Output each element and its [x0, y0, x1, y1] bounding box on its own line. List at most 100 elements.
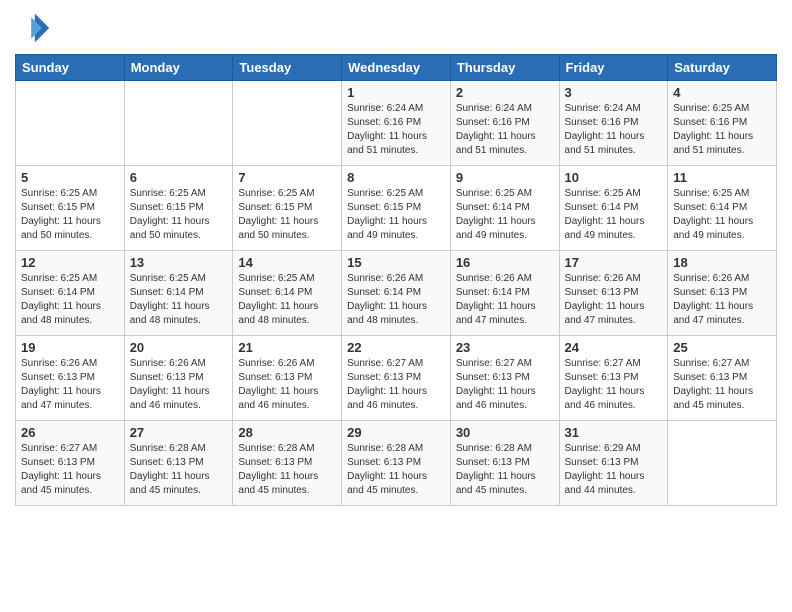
day-info: Sunrise: 6:27 AM Sunset: 6:13 PM Dayligh… [565, 357, 663, 413]
calendar-cell: 12Sunrise: 6:25 AM Sunset: 6:14 PM Dayli… [16, 251, 125, 336]
day-number: 7 [238, 170, 336, 185]
calendar-cell: 30 Sunrise: 6:28 AM Sunset: 6:13 PM Dayli… [450, 421, 559, 506]
day-number: 11 [673, 170, 771, 185]
day-info: Sunrise: 6:27 AM Sunset: 6:13 PM Dayligh… [347, 357, 445, 413]
calendar-cell: 27 Sunrise: 6:28 AM Sunset: 6:13 PM Dayli… [124, 421, 233, 506]
calendar-cell [233, 81, 342, 166]
day-number: 29 [347, 425, 445, 440]
day-number: 31 [565, 425, 663, 440]
day-number: 26 [21, 425, 119, 440]
day-info: Sunrise: 6:27 AM Sunset: 6:13 PM Dayligh… [21, 442, 119, 498]
calendar-week-2: 5Sunrise: 6:25 AM Sunset: 6:15 PM Daylig… [16, 166, 777, 251]
day-info: Sunrise: 6:28 AM Sunset: 6:13 PM Dayligh… [238, 442, 336, 498]
calendar-cell: 25 Sunrise: 6:27 AM Sunset: 6:13 PM Dayli… [668, 336, 777, 421]
day-info: Sunrise: 6:26 AM Sunset: 6:14 PM Dayligh… [456, 272, 554, 328]
day-info: Sunrise: 6:25 AM Sunset: 6:15 PM Dayligh… [130, 187, 228, 243]
day-number: 23 [456, 340, 554, 355]
calendar-header-monday: Monday [124, 55, 233, 81]
calendar-cell: 13 Sunrise: 6:25 AM Sunset: 6:14 PM Dayli… [124, 251, 233, 336]
day-info: Sunrise: 6:27 AM Sunset: 6:13 PM Dayligh… [456, 357, 554, 413]
day-number: 22 [347, 340, 445, 355]
day-number: 30 [456, 425, 554, 440]
calendar-cell: 4 Sunrise: 6:25 AM Sunset: 6:16 PM Daylig… [668, 81, 777, 166]
calendar-cell: 19 Sunrise: 6:26 AM Sunset: 6:13 PM Dayli… [16, 336, 125, 421]
day-info: Sunrise: 6:28 AM Sunset: 6:13 PM Dayligh… [130, 442, 228, 498]
day-number: 3 [565, 85, 663, 100]
day-number: 13 [130, 255, 228, 270]
calendar-week-5: 26 Sunrise: 6:27 AM Sunset: 6:13 PM Dayli… [16, 421, 777, 506]
calendar-cell: 6 Sunrise: 6:25 AM Sunset: 6:15 PM Daylig… [124, 166, 233, 251]
calendar-cell [16, 81, 125, 166]
day-info: Sunrise: 6:25 AM Sunset: 6:14 PM Dayligh… [238, 272, 336, 328]
calendar-week-3: 12Sunrise: 6:25 AM Sunset: 6:14 PM Dayli… [16, 251, 777, 336]
day-info: Sunrise: 6:26 AM Sunset: 6:13 PM Dayligh… [21, 357, 119, 413]
calendar-cell: 17 Sunrise: 6:26 AM Sunset: 6:13 PM Dayli… [559, 251, 668, 336]
day-info: Sunrise: 6:28 AM Sunset: 6:13 PM Dayligh… [456, 442, 554, 498]
calendar-cell: 10Sunrise: 6:25 AM Sunset: 6:14 PM Dayli… [559, 166, 668, 251]
day-info: Sunrise: 6:24 AM Sunset: 6:16 PM Dayligh… [565, 102, 663, 158]
day-number: 1 [347, 85, 445, 100]
day-info: Sunrise: 6:25 AM Sunset: 6:14 PM Dayligh… [456, 187, 554, 243]
day-info: Sunrise: 6:24 AM Sunset: 6:16 PM Dayligh… [347, 102, 445, 158]
calendar-cell [124, 81, 233, 166]
day-number: 24 [565, 340, 663, 355]
day-number: 20 [130, 340, 228, 355]
day-info: Sunrise: 6:26 AM Sunset: 6:13 PM Dayligh… [673, 272, 771, 328]
calendar-cell: 23 Sunrise: 6:27 AM Sunset: 6:13 PM Dayli… [450, 336, 559, 421]
calendar-cell: 28 Sunrise: 6:28 AM Sunset: 6:13 PM Dayli… [233, 421, 342, 506]
logo-icon [15, 10, 51, 46]
day-number: 18 [673, 255, 771, 270]
day-info: Sunrise: 6:25 AM Sunset: 6:14 PM Dayligh… [565, 187, 663, 243]
calendar: SundayMondayTuesdayWednesdayThursdayFrid… [15, 54, 777, 506]
calendar-cell: 14 Sunrise: 6:25 AM Sunset: 6:14 PM Dayli… [233, 251, 342, 336]
day-number: 9 [456, 170, 554, 185]
calendar-header-tuesday: Tuesday [233, 55, 342, 81]
calendar-cell: 2Sunrise: 6:24 AM Sunset: 6:16 PM Daylig… [450, 81, 559, 166]
day-info: Sunrise: 6:25 AM Sunset: 6:16 PM Dayligh… [673, 102, 771, 158]
day-number: 25 [673, 340, 771, 355]
calendar-cell: 21 Sunrise: 6:26 AM Sunset: 6:13 PM Dayli… [233, 336, 342, 421]
day-info: Sunrise: 6:26 AM Sunset: 6:13 PM Dayligh… [565, 272, 663, 328]
calendar-cell: 31 Sunrise: 6:29 AM Sunset: 6:13 PM Dayli… [559, 421, 668, 506]
day-number: 2 [456, 85, 554, 100]
day-number: 15 [347, 255, 445, 270]
day-info: Sunrise: 6:25 AM Sunset: 6:15 PM Dayligh… [238, 187, 336, 243]
calendar-header-friday: Friday [559, 55, 668, 81]
day-info: Sunrise: 6:26 AM Sunset: 6:13 PM Dayligh… [238, 357, 336, 413]
calendar-cell: 7 Sunrise: 6:25 AM Sunset: 6:15 PM Daylig… [233, 166, 342, 251]
day-info: Sunrise: 6:27 AM Sunset: 6:13 PM Dayligh… [673, 357, 771, 413]
calendar-cell: 3 Sunrise: 6:24 AM Sunset: 6:16 PM Daylig… [559, 81, 668, 166]
logo [15, 10, 55, 46]
calendar-header-thursday: Thursday [450, 55, 559, 81]
day-number: 8 [347, 170, 445, 185]
calendar-cell: 15 Sunrise: 6:26 AM Sunset: 6:14 PM Dayli… [342, 251, 451, 336]
calendar-cell: 20 Sunrise: 6:26 AM Sunset: 6:13 PM Dayli… [124, 336, 233, 421]
calendar-cell: 24 Sunrise: 6:27 AM Sunset: 6:13 PM Dayli… [559, 336, 668, 421]
calendar-cell: 22 Sunrise: 6:27 AM Sunset: 6:13 PM Dayli… [342, 336, 451, 421]
calendar-cell [668, 421, 777, 506]
calendar-header-saturday: Saturday [668, 55, 777, 81]
day-info: Sunrise: 6:26 AM Sunset: 6:13 PM Dayligh… [130, 357, 228, 413]
day-number: 17 [565, 255, 663, 270]
calendar-header-wednesday: Wednesday [342, 55, 451, 81]
day-number: 4 [673, 85, 771, 100]
day-number: 16 [456, 255, 554, 270]
day-number: 21 [238, 340, 336, 355]
day-number: 28 [238, 425, 336, 440]
calendar-cell: 29 Sunrise: 6:28 AM Sunset: 6:13 PM Dayli… [342, 421, 451, 506]
day-info: Sunrise: 6:29 AM Sunset: 6:13 PM Dayligh… [565, 442, 663, 498]
day-number: 27 [130, 425, 228, 440]
calendar-cell: 11 Sunrise: 6:25 AM Sunset: 6:14 PM Dayli… [668, 166, 777, 251]
day-info: Sunrise: 6:25 AM Sunset: 6:15 PM Dayligh… [347, 187, 445, 243]
calendar-cell: 8 Sunrise: 6:25 AM Sunset: 6:15 PM Daylig… [342, 166, 451, 251]
day-info: Sunrise: 6:25 AM Sunset: 6:14 PM Dayligh… [130, 272, 228, 328]
day-info: Sunrise: 6:26 AM Sunset: 6:14 PM Dayligh… [347, 272, 445, 328]
day-info: Sunrise: 6:28 AM Sunset: 6:13 PM Dayligh… [347, 442, 445, 498]
day-number: 14 [238, 255, 336, 270]
day-number: 19 [21, 340, 119, 355]
day-info: Sunrise: 6:25 AM Sunset: 6:14 PM Dayligh… [673, 187, 771, 243]
calendar-cell: 5Sunrise: 6:25 AM Sunset: 6:15 PM Daylig… [16, 166, 125, 251]
day-number: 6 [130, 170, 228, 185]
calendar-cell: 26 Sunrise: 6:27 AM Sunset: 6:13 PM Dayli… [16, 421, 125, 506]
page-header [15, 10, 777, 46]
